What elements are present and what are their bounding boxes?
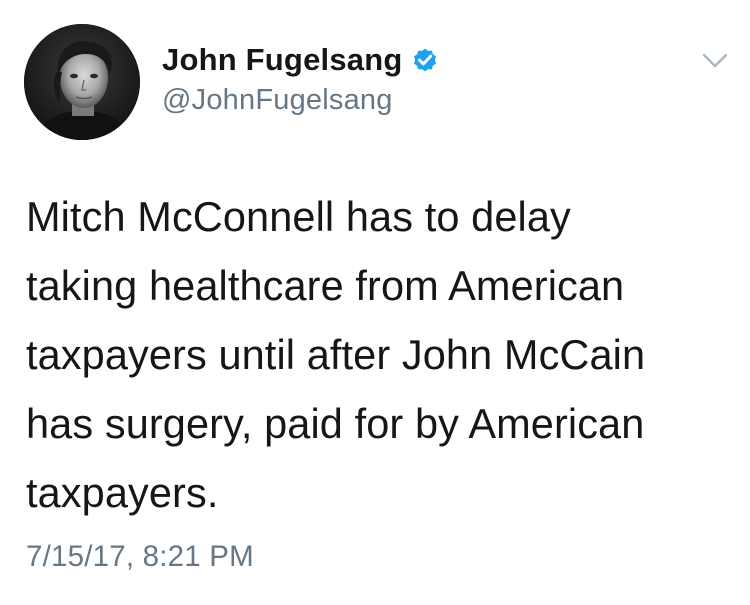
profile-photo xyxy=(24,24,140,140)
verified-badge-icon xyxy=(410,45,440,75)
tweet-card: John Fugelsang @JohnFugelsang Mitch McCo… xyxy=(0,0,750,605)
tweet-text-line: taxpayers. xyxy=(26,469,219,516)
chevron-down-icon[interactable] xyxy=(702,52,728,70)
display-name[interactable]: John Fugelsang xyxy=(162,42,402,78)
avatar[interactable] xyxy=(24,24,140,140)
author-info: John Fugelsang @JohnFugelsang xyxy=(162,38,440,117)
tweet-text-line: taxpayers until after John McCain xyxy=(26,331,646,378)
tweet-text-line: has surgery, paid for by American xyxy=(26,400,645,447)
tweet-text-line: taking healthcare from American xyxy=(26,262,625,309)
handle[interactable]: @JohnFugelsang xyxy=(162,84,440,117)
name-row: John Fugelsang xyxy=(162,38,440,82)
tweet-text: Mitch McConnell has to delay taking heal… xyxy=(26,182,726,527)
timestamp[interactable]: 7/15/17, 8:21 PM xyxy=(26,540,254,574)
tweet-text-line: Mitch McConnell has to delay xyxy=(26,193,571,240)
